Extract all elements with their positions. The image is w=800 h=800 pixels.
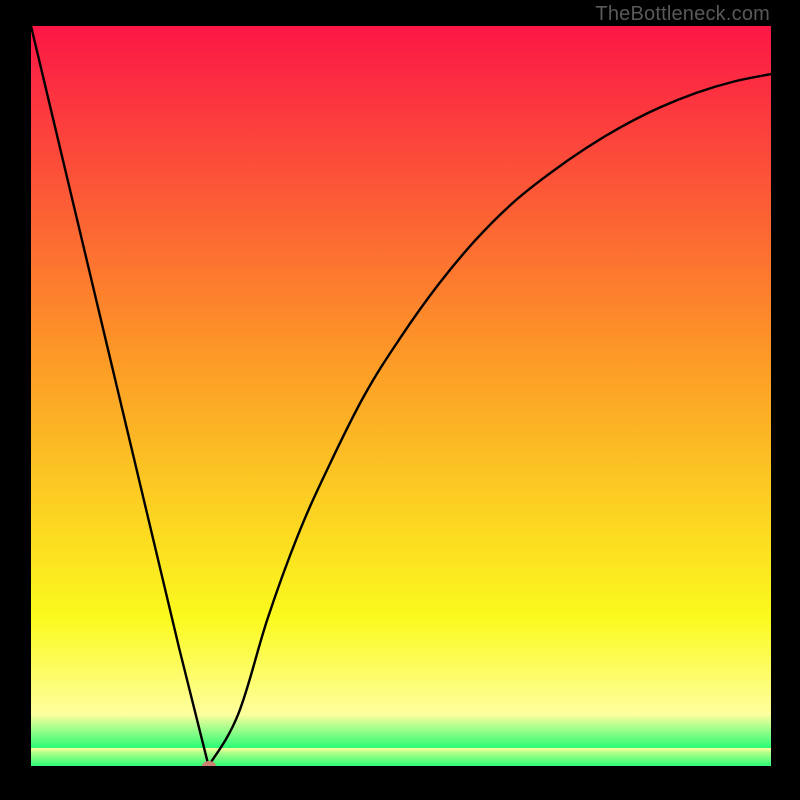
chart-container: { "watermark": "TheBottleneck.com", "col…: [0, 0, 800, 800]
plot-area: [31, 26, 771, 766]
bottleneck-curve: [31, 26, 771, 766]
watermark-text: TheBottleneck.com: [595, 3, 770, 26]
minimum-marker: [202, 761, 216, 766]
